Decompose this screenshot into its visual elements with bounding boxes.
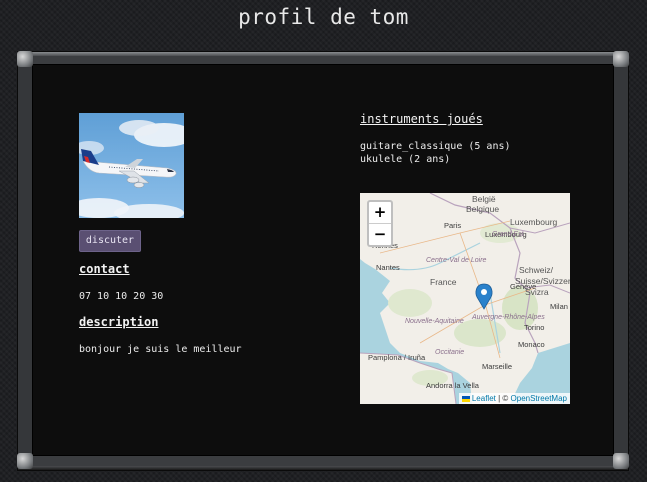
map-label: Centre-Val de Loire <box>426 257 487 264</box>
page-title: profil de tom <box>238 5 409 29</box>
map-label: Auvergne-Rhône-Alpes <box>471 314 545 321</box>
map-label: Grand Est <box>492 231 525 238</box>
map-label: België <box>472 194 496 204</box>
location-map[interactable]: België Belgique Luxembourg Luxembourg Pa… <box>360 193 570 404</box>
map-label: Paris <box>444 221 461 230</box>
description-heading: description <box>79 315 159 329</box>
instruments-heading: instruments joués <box>360 112 483 126</box>
contact-heading: contact <box>79 262 130 276</box>
map-label: Andorra la Vella <box>426 381 480 390</box>
map-label: Nouvelle-Aquitaine <box>405 318 464 325</box>
avatar <box>79 113 184 218</box>
phone-number: 07 10 10 20 30 <box>79 291 164 302</box>
map-label: Pamplona / Iruña <box>368 353 426 362</box>
map-attribution: Leaflet | © OpenStreetMap <box>458 393 570 404</box>
map-label: Schweiz/ <box>519 265 554 275</box>
map-label: Torino <box>524 323 544 332</box>
map-label: Monaco <box>518 340 545 349</box>
zoom-in-button[interactable]: + <box>369 202 391 223</box>
map-label: Belgique <box>466 204 499 214</box>
osm-link[interactable]: OpenStreetMap <box>511 394 567 403</box>
instrument-item: ukulele (2 ans) <box>360 154 451 165</box>
frame-corner <box>613 453 629 469</box>
frame-corner <box>17 51 33 67</box>
description-text: bonjour je suis le meilleur <box>79 344 242 355</box>
map-label: Genève <box>510 282 536 291</box>
zoom-out-button[interactable]: − <box>369 223 391 245</box>
frame-corner <box>613 51 629 67</box>
airplane-photo <box>79 113 184 218</box>
map-label: France <box>430 277 457 287</box>
map-label: Occitanie <box>435 349 464 356</box>
ukraine-flag-icon <box>461 395 470 402</box>
attribution-separator: | © <box>495 394 511 403</box>
map-label: Milan <box>550 302 568 311</box>
map-label: Marseille <box>482 362 512 371</box>
map-zoom-control: + − <box>367 200 393 247</box>
instrument-item: guitare_classique (5 ans) <box>360 141 511 152</box>
frame-corner <box>17 453 33 469</box>
leaflet-link[interactable]: Leaflet <box>472 394 496 403</box>
map-label: Luxembourg <box>510 217 558 227</box>
discuss-button[interactable]: discuter <box>79 230 141 252</box>
map-label: Nantes <box>376 263 400 272</box>
